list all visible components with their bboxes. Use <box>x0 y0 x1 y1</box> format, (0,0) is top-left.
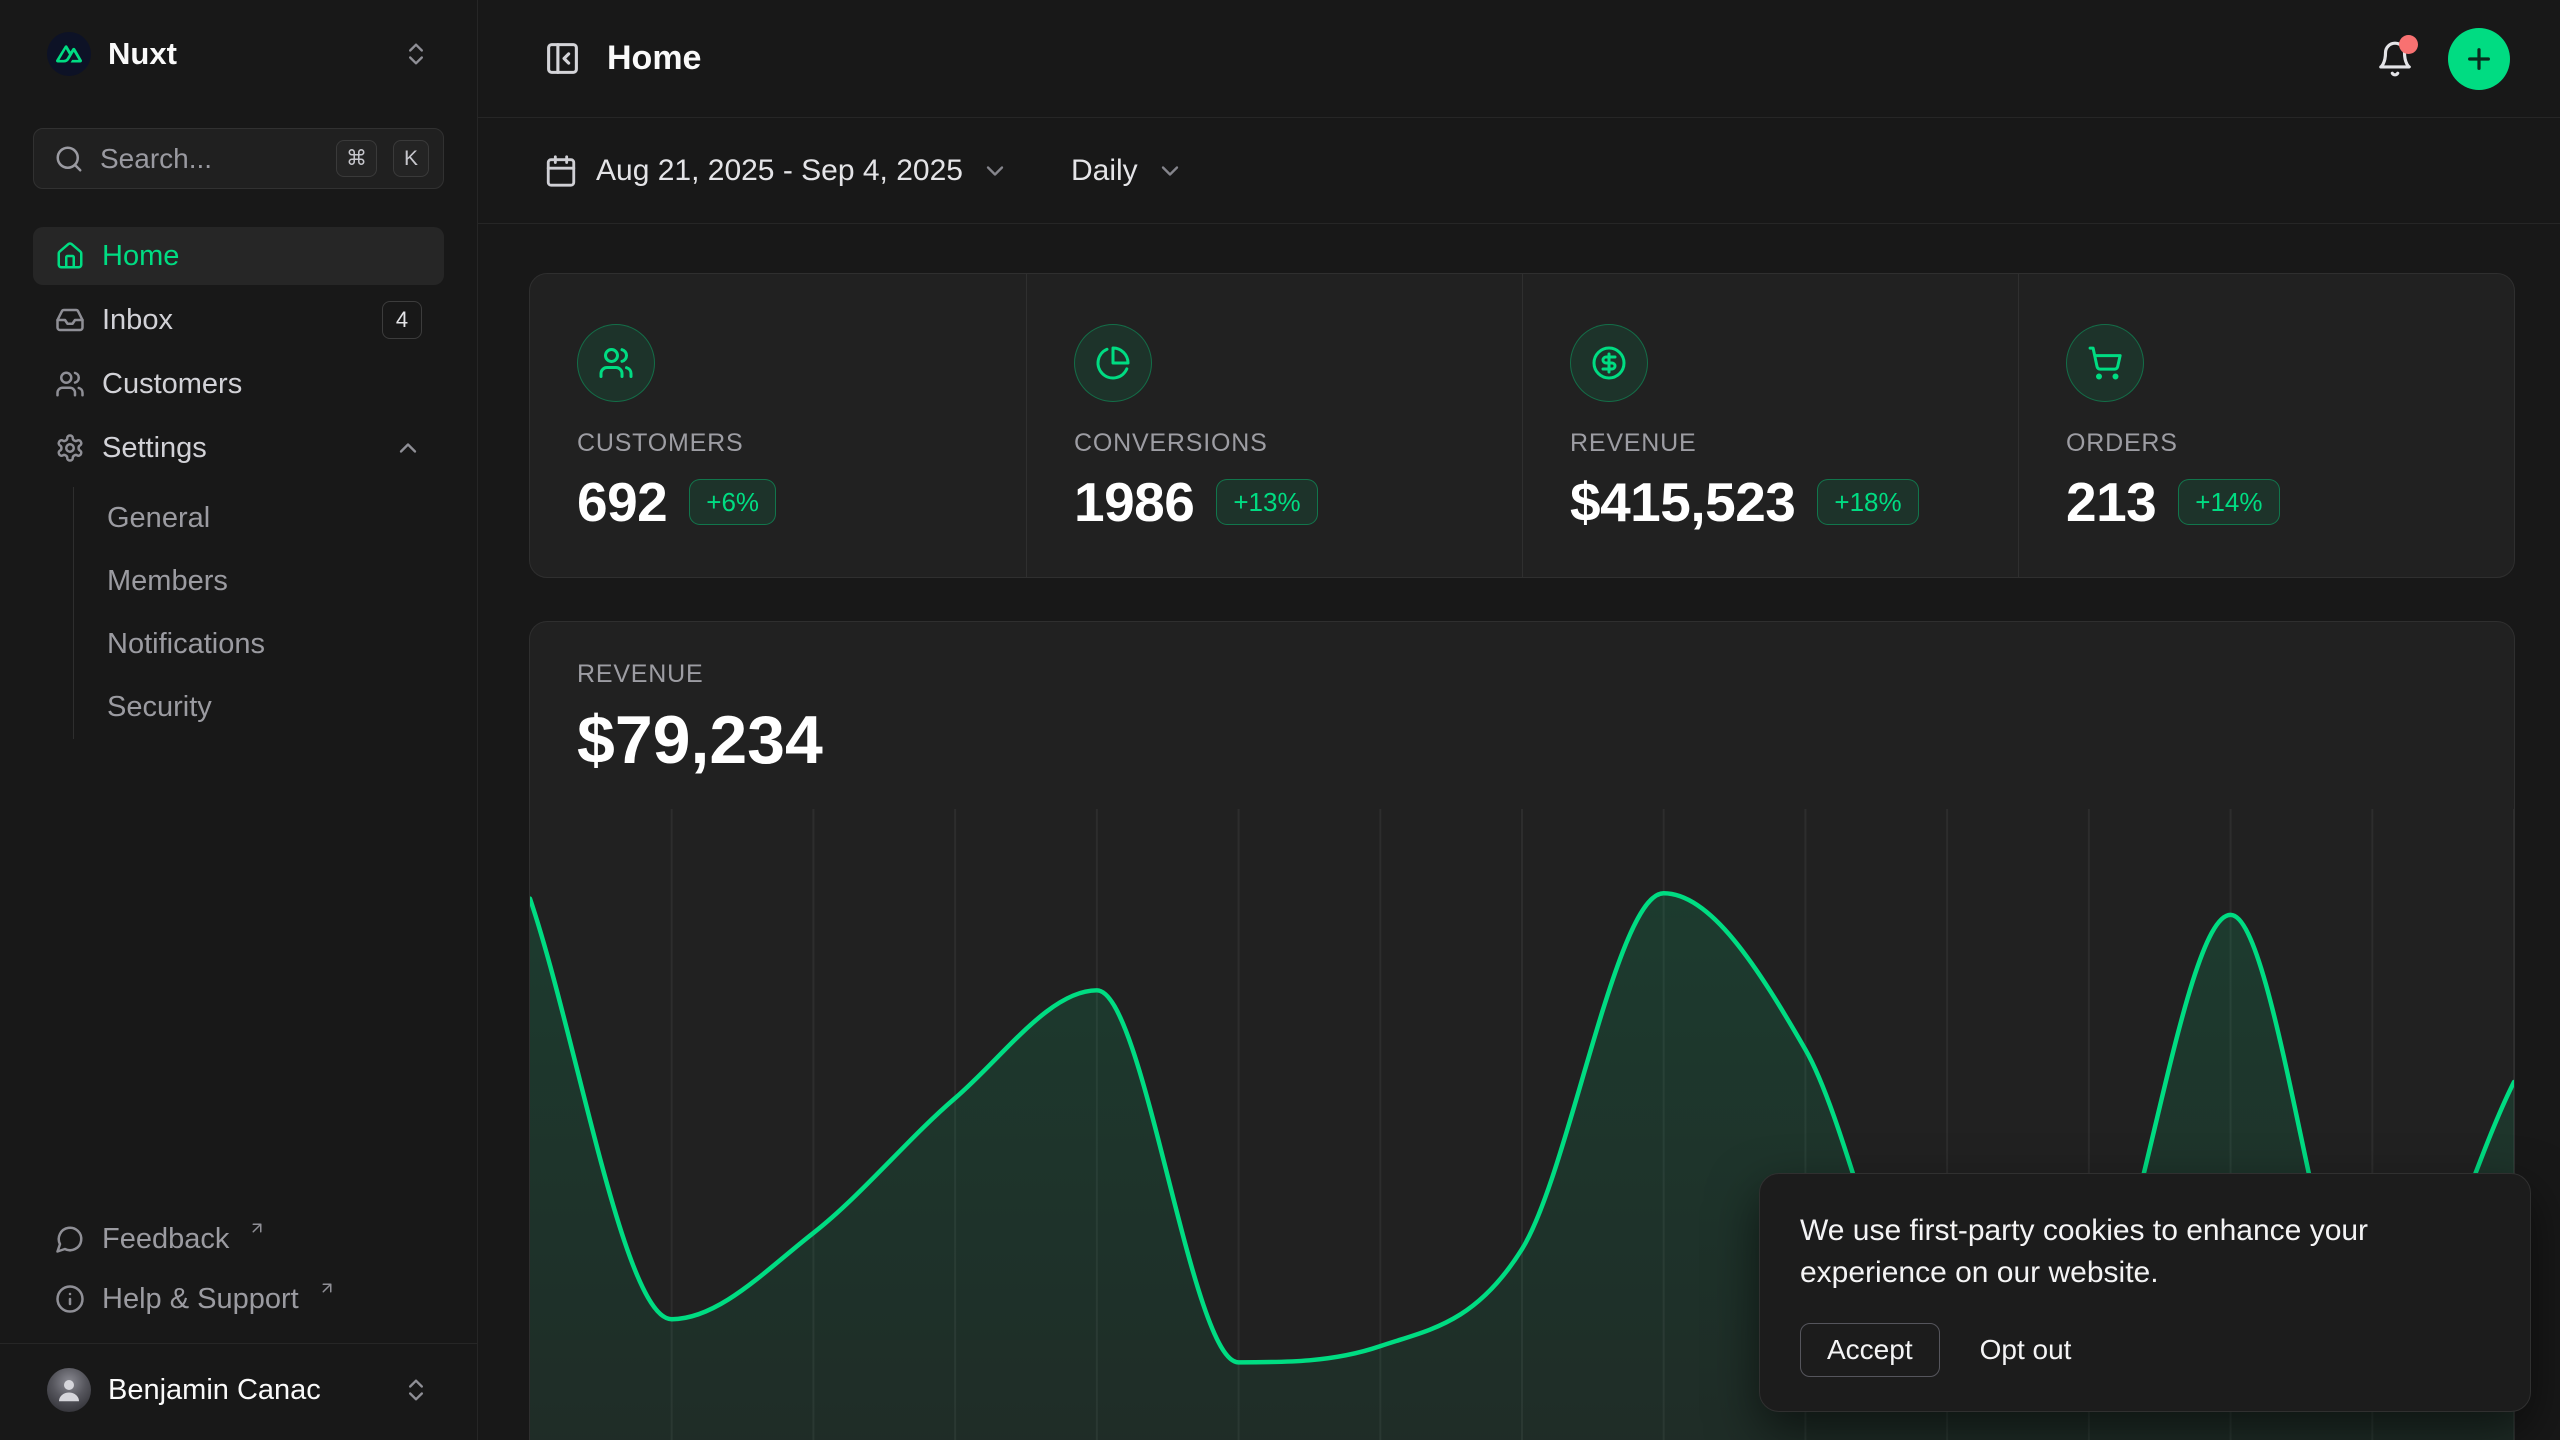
pie-chart-icon <box>1074 324 1152 402</box>
arrow-up-right-icon <box>248 1219 266 1237</box>
sidebar-item-label: General <box>107 502 210 535</box>
workspace-name: Nuxt <box>108 36 177 72</box>
sidebar-item-label: Security <box>107 691 212 724</box>
opt-out-button[interactable]: Opt out <box>1958 1324 2094 1376</box>
sidebar-item-settings[interactable]: Settings <box>33 419 444 477</box>
revenue-chart-header: REVENUE $79,234 <box>530 622 2514 779</box>
sidebar-item-customers[interactable]: Customers <box>33 355 444 413</box>
kbd-k: K <box>393 140 429 177</box>
panel-left-close-icon[interactable] <box>544 40 581 77</box>
cookie-actions: Accept Opt out <box>1800 1323 2490 1377</box>
workspace-switcher[interactable]: Nuxt <box>33 24 444 84</box>
stat-value: 1986 <box>1074 470 1194 534</box>
arrow-up-right-icon <box>318 1279 336 1297</box>
help-support-link[interactable]: Help & Support <box>33 1273 444 1325</box>
stat-value: $415,523 <box>1570 470 1795 534</box>
gear-icon <box>55 433 85 463</box>
granularity-value: Daily <box>1071 154 1138 188</box>
chevron-down-icon <box>1156 157 1184 185</box>
revenue-chart-label: REVENUE <box>577 660 2467 689</box>
users-icon <box>577 324 655 402</box>
revenue-chart-total: $79,234 <box>577 701 2467 779</box>
stat-conversions[interactable]: CONVERSIONS 1986 +13% <box>1026 274 1522 577</box>
page-header: Home <box>478 0 2560 118</box>
search-input[interactable]: Search... ⌘ K <box>33 128 444 189</box>
sidebar: Nuxt Search... ⌘ K Home <box>0 0 478 1440</box>
calendar-icon <box>544 154 578 188</box>
shopping-cart-icon <box>2066 324 2144 402</box>
stat-label: CONVERSIONS <box>1074 429 1475 458</box>
filters-toolbar: Aug 21, 2025 - Sep 4, 2025 Daily <box>478 118 2560 224</box>
date-range-picker[interactable]: Aug 21, 2025 - Sep 4, 2025 <box>544 154 1009 188</box>
notification-dot <box>2399 35 2418 54</box>
feedback-label: Feedback <box>102 1223 229 1256</box>
stat-delta-badge: +18% <box>1817 479 1918 525</box>
sidebar-item-label: Home <box>102 240 179 273</box>
circle-dollar-icon <box>1570 324 1648 402</box>
search-placeholder: Search... <box>100 143 320 175</box>
stat-value: 213 <box>2066 470 2156 534</box>
sidebar-item-members[interactable]: Members <box>74 550 444 613</box>
sidebar-item-general[interactable]: General <box>74 487 444 550</box>
user-name: Benjamin Canac <box>108 1374 321 1407</box>
info-circle-icon <box>55 1284 85 1314</box>
header-actions <box>2376 28 2510 90</box>
feedback-link[interactable]: Feedback <box>33 1213 444 1265</box>
stat-customers[interactable]: CUSTOMERS 692 +6% <box>530 274 1026 577</box>
sidebar-item-label: Customers <box>102 368 242 401</box>
sidebar-item-notifications[interactable]: Notifications <box>74 613 444 676</box>
help-support-label: Help & Support <box>102 1283 299 1316</box>
settings-submenu: General Members Notifications Security <box>73 487 444 739</box>
stat-label: REVENUE <box>1570 429 1971 458</box>
stat-label: ORDERS <box>2066 429 2467 458</box>
stat-delta-badge: +13% <box>1216 479 1317 525</box>
sidebar-item-inbox[interactable]: Inbox 4 <box>33 291 444 349</box>
users-icon <box>55 369 85 399</box>
stat-label: CUSTOMERS <box>577 429 979 458</box>
cookie-message: We use first-party cookies to enhance yo… <box>1800 1210 2440 1293</box>
sidebar-item-label: Notifications <box>107 628 265 661</box>
cookie-banner: We use first-party cookies to enhance yo… <box>1759 1173 2531 1412</box>
kbd-meta: ⌘ <box>336 140 377 177</box>
chevrons-up-down-icon <box>402 40 430 68</box>
search-icon <box>54 144 84 174</box>
stat-value: 692 <box>577 470 667 534</box>
sidebar-footer: Feedback Help & Support <box>33 1213 444 1325</box>
user-menu[interactable]: Benjamin Canac <box>33 1344 444 1418</box>
chevron-down-icon <box>981 157 1009 185</box>
avatar <box>47 1368 91 1412</box>
date-range-value: Aug 21, 2025 - Sep 4, 2025 <box>596 154 963 188</box>
sidebar-item-label: Members <box>107 565 228 598</box>
sidebar-item-label: Settings <box>102 432 207 465</box>
inbox-icon <box>55 305 85 335</box>
notifications-button[interactable] <box>2376 40 2414 78</box>
page-title: Home <box>607 39 701 78</box>
chevron-up-icon <box>394 434 422 462</box>
plus-icon <box>2463 43 2495 75</box>
nuxt-logo-icon <box>47 32 91 76</box>
sidebar-item-security[interactable]: Security <box>74 676 444 739</box>
add-button[interactable] <box>2448 28 2510 90</box>
message-bubble-icon <box>55 1224 85 1254</box>
sidebar-item-home[interactable]: Home <box>33 227 444 285</box>
stat-delta-badge: +14% <box>2178 479 2279 525</box>
stat-delta-badge: +6% <box>689 479 776 525</box>
sidebar-spacer <box>33 739 444 1213</box>
stat-orders[interactable]: ORDERS 213 +14% <box>2018 274 2514 577</box>
stat-revenue[interactable]: REVENUE $415,523 +18% <box>1522 274 2018 577</box>
sidebar-nav: Home Inbox 4 Customers Settings <box>33 227 444 739</box>
accept-button[interactable]: Accept <box>1800 1323 1940 1377</box>
stats-card: CUSTOMERS 692 +6% CONVERSIONS 1986 +13% <box>529 273 2515 578</box>
sidebar-item-label: Inbox <box>102 304 173 337</box>
inbox-count-badge: 4 <box>382 301 422 339</box>
house-icon <box>55 241 85 271</box>
granularity-select[interactable]: Daily <box>1071 154 1184 188</box>
chevrons-up-down-icon <box>402 1376 430 1404</box>
